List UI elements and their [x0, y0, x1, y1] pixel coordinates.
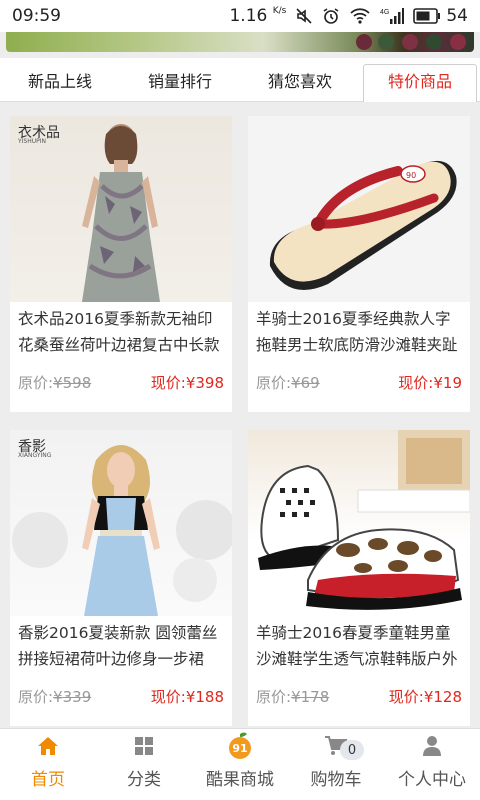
tab-new-arrivals[interactable]: 新品上线 — [0, 58, 120, 101]
price-row: 原价:¥339 现价:¥188 — [10, 678, 232, 707]
tab-special-offers[interactable]: 特价商品 — [360, 58, 480, 102]
promo-banner[interactable] — [6, 32, 474, 52]
product-card[interactable]: 90 羊骑士2016夏季经典款人字拖鞋男士软底防滑沙滩鞋夹趾 原价:¥69 现价… — [248, 116, 470, 412]
product-card[interactable]: 羊骑士2016春夏季童鞋男童沙滩鞋学生透气凉鞋韩版户外 原价:¥178 现价:¥… — [248, 430, 470, 726]
tab-recommended[interactable]: 猜您喜欢 — [240, 58, 360, 101]
product-title[interactable]: 羊骑士2016夏季经典款人字拖鞋男士软底防滑沙滩鞋夹趾 — [248, 302, 470, 364]
nav-home[interactable]: 首页 — [0, 729, 96, 800]
grid-icon — [134, 731, 154, 761]
nav-profile[interactable]: 个人中心 — [384, 729, 480, 800]
nav-profile-label: 个人中心 — [398, 770, 466, 790]
original-price: 原价:¥69 — [256, 374, 320, 392]
bottom-nav: 首页 分类 91 酷果商城 0 购物车 个人中心 — [0, 728, 480, 800]
product-title[interactable]: 衣术品2016夏季新款无袖印花桑蚕丝荷叶边裙复古中长款 — [10, 302, 232, 364]
original-price: 原价:¥598 — [18, 374, 92, 392]
product-image[interactable]: 90 — [248, 116, 470, 302]
mute-icon — [296, 8, 312, 24]
signal-icon: 4G — [380, 8, 405, 24]
product-card[interactable]: 香影 XIANGYING 香影2016夏装新款 圆领蕾丝拼接短裙荷叶边修身一步裙… — [10, 430, 232, 726]
current-price: 现价:¥398 — [150, 374, 224, 392]
fruit-logo-icon: 91 — [225, 731, 255, 761]
price-row: 原价:¥178 现价:¥128 — [248, 678, 470, 707]
category-tabs: 新品上线 销量排行 猜您喜欢 特价商品 — [0, 58, 480, 102]
svg-text:91: 91 — [232, 742, 247, 755]
tab-best-sellers[interactable]: 销量排行 — [120, 58, 240, 101]
product-card[interactable]: 衣术品 YISHUPIN 衣术品2016夏季新款无袖印花桑蚕丝荷叶边裙复古中长款… — [10, 116, 232, 412]
current-price: 现价:¥188 — [150, 688, 224, 706]
svg-text:4G: 4G — [380, 9, 389, 16]
battery-level: 54 — [446, 6, 468, 26]
kids-sandal-image — [258, 430, 470, 610]
product-title[interactable]: 香影2016夏装新款 圆领蕾丝拼接短裙荷叶边修身一步裙 — [10, 616, 232, 678]
alarm-icon — [323, 8, 339, 24]
home-icon — [37, 731, 59, 761]
flip-flop-image: 90 — [269, 160, 457, 290]
status-icons: 1.16 K/s 4G 54 — [229, 6, 468, 26]
price-row: 原价:¥69 现价:¥19 — [248, 364, 470, 393]
product-title[interactable]: 羊骑士2016春夏季童鞋男童沙滩鞋学生透气凉鞋韩版户外 — [248, 616, 470, 678]
product-image[interactable] — [248, 430, 470, 616]
wifi-icon — [350, 8, 370, 24]
nav-home-label: 首页 — [31, 770, 65, 790]
nav-category-label: 分类 — [127, 770, 161, 790]
network-speed: 1.16 K/s — [229, 6, 287, 26]
nav-cart-label: 购物车 — [310, 770, 362, 790]
dress-model-image — [82, 124, 160, 302]
nav-kuguo-mall-label: 酷果商城 — [206, 770, 274, 790]
price-row: 原价:¥598 现价:¥398 — [10, 364, 232, 393]
product-image[interactable]: 衣术品 YISHUPIN — [10, 116, 232, 302]
status-bar: 09:59 1.16 K/s 4G 54 — [0, 0, 480, 32]
current-price: 现价:¥19 — [398, 374, 462, 392]
nav-cart[interactable]: 0 购物车 — [288, 729, 384, 800]
nav-category[interactable]: 分类 — [96, 729, 192, 800]
person-icon — [422, 731, 442, 761]
nav-kuguo-mall[interactable]: 91 酷果商城 — [192, 729, 288, 800]
cart-count-badge: 0 — [340, 740, 364, 760]
current-price: 现价:¥128 — [388, 688, 462, 706]
original-price: 原价:¥178 — [256, 688, 330, 706]
dress-model-image — [12, 445, 232, 616]
battery-icon — [413, 8, 441, 24]
product-image[interactable]: 香影 XIANGYING — [10, 430, 232, 616]
svg-text:90: 90 — [406, 171, 416, 180]
status-time: 09:59 — [12, 6, 61, 26]
battery: 54 — [413, 6, 468, 26]
original-price: 原价:¥339 — [18, 688, 92, 706]
